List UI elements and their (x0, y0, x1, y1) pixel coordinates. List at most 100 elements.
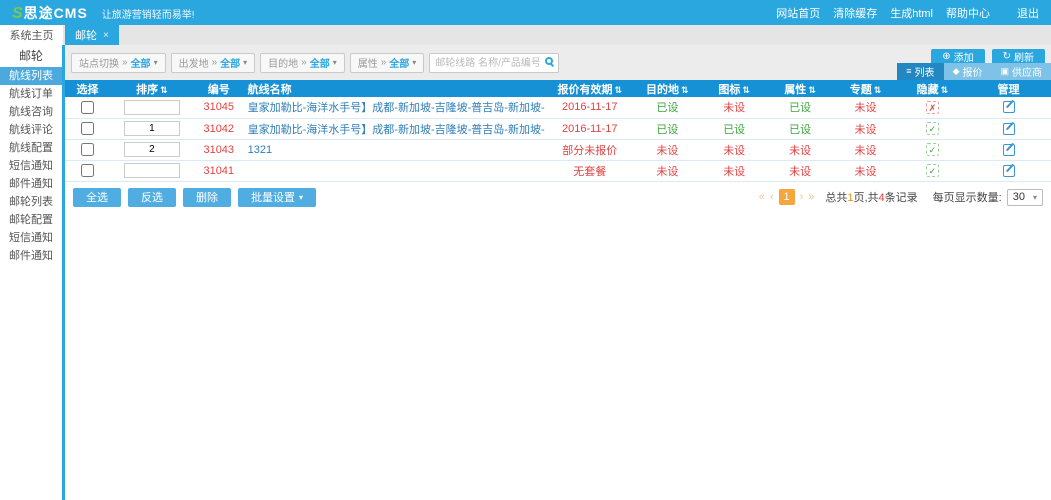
sort-input[interactable] (124, 163, 180, 178)
sort-icon[interactable]: ⇅ (874, 85, 882, 95)
sort-input[interactable] (124, 142, 180, 157)
summary-suffix: 条记录 (885, 192, 918, 204)
status-text: 未设 (854, 124, 876, 136)
validity-text: 无套餐 (573, 166, 606, 178)
sidebar-item[interactable]: 航线咨询 (0, 103, 62, 121)
column-label: 管理 (998, 84, 1020, 96)
top-actions: ⊕ 添加 ↻ 刷新 (931, 49, 1045, 64)
sidebar-item[interactable]: 航线订单 (0, 85, 62, 103)
column-label: 排序 (136, 84, 158, 96)
sidebar-item[interactable]: 航线列表 (0, 67, 62, 85)
column-header: 图标⇅ (701, 80, 768, 97)
filter-label: 属性 (358, 55, 378, 70)
sort-icon[interactable]: ⇅ (941, 85, 949, 95)
last-page-button[interactable]: » (808, 191, 814, 203)
filter-label: 站点切换 (79, 55, 119, 70)
cell-topic: 未设 (832, 97, 898, 118)
filter-value: 全部 (131, 55, 151, 70)
sidebar-item[interactable]: 短信通知 (0, 157, 62, 175)
sidebar-item[interactable]: 航线评论 (0, 121, 62, 139)
edit-icon[interactable] (1003, 165, 1015, 177)
hidden-check-icon[interactable]: ✓ (926, 122, 939, 135)
view-button[interactable]: ◆报价 (944, 63, 992, 80)
per-page-select[interactable]: 30 ▾ (1007, 189, 1043, 206)
sidebar-item[interactable]: 邮轮列表 (0, 193, 62, 211)
sort-input[interactable] (124, 121, 180, 136)
filter-dropdown[interactable]: 目的地»全部▾ (260, 53, 345, 73)
sidebar-item[interactable]: 邮轮配置 (0, 211, 62, 229)
tab-label: 系统主页 (10, 27, 54, 43)
cell-sort (110, 160, 194, 181)
close-icon[interactable]: × (103, 30, 109, 41)
sort-icon[interactable]: ⇅ (160, 85, 168, 95)
first-page-button[interactable]: « (759, 191, 765, 203)
header-link[interactable]: 网站首页 (776, 5, 820, 21)
tab-active[interactable]: 邮轮× (65, 25, 119, 45)
status-text: 已设 (789, 124, 811, 136)
row-checkbox[interactable] (81, 122, 94, 135)
cell-destination: 已设 (634, 118, 700, 139)
hidden-check-icon[interactable]: ✓ (926, 143, 939, 156)
sort-icon[interactable]: ⇅ (614, 85, 622, 95)
pencil-glyph (1005, 142, 1013, 151)
view-button[interactable]: ≡列表 (897, 63, 943, 80)
view-button[interactable]: ▣供应商 (991, 63, 1051, 80)
filter-dropdown[interactable]: 站点切换»全部▾ (71, 53, 166, 73)
header-link[interactable]: 退出 (1017, 5, 1039, 21)
batch-settings-label: 批量设置 (251, 189, 295, 205)
cell-attribute: 已设 (768, 118, 832, 139)
cell-validity: 2016-11-17 (545, 97, 634, 118)
tab-home[interactable]: 系统主页 (0, 25, 63, 45)
row-checkbox[interactable] (81, 164, 94, 177)
header-link[interactable]: 帮助中心 (946, 5, 990, 21)
filter-dropdown[interactable]: 属性»全部▾ (350, 53, 425, 73)
sort-icon[interactable]: ⇅ (681, 85, 689, 95)
cell-icon: 未设 (701, 160, 768, 181)
search-icon[interactable] (545, 57, 553, 65)
route-name-link[interactable]: 1321 (248, 144, 272, 156)
cell-sort (110, 139, 194, 160)
route-name-link[interactable]: 皇家加勒比-海洋水手号】成都-新加坡-吉隆坡-普吉岛-新加坡-成都 5晚6日游 (248, 124, 546, 136)
sidebar-item[interactable]: 短信通知 (0, 229, 62, 247)
search-input[interactable] (429, 53, 559, 73)
edit-icon[interactable] (1003, 101, 1015, 113)
sidebar: 邮轮 航线列表航线订单航线咨询航线评论航线配置短信通知邮件通知邮轮列表邮轮配置短… (0, 45, 62, 500)
hidden-cross-icon[interactable]: ✗ (926, 101, 939, 114)
view-icon: ◆ (953, 67, 960, 76)
table-row: 31042皇家加勒比-海洋水手号】成都-新加坡-吉隆坡-普吉岛-新加坡-成都 5… (65, 118, 1051, 139)
row-checkbox[interactable] (81, 143, 94, 156)
status-text: 未设 (854, 166, 876, 178)
sort-icon[interactable]: ⇅ (742, 85, 750, 95)
logo: S 思途CMS 让旅游营销轻而易举! (12, 3, 195, 23)
row-checkbox[interactable] (81, 101, 94, 114)
edit-icon[interactable] (1003, 123, 1015, 135)
sort-input[interactable] (124, 100, 180, 115)
delete-button[interactable]: 删除 (183, 188, 231, 207)
status-text: 已设 (789, 102, 811, 114)
refresh-button[interactable]: ↻ 刷新 (992, 49, 1045, 64)
cell-hidden: ✗ (899, 97, 966, 118)
batch-settings-button[interactable]: 批量设置 ▾ (238, 188, 316, 207)
summary-middle: 页,共 (853, 192, 878, 204)
view-toggle-group: ≡列表◆报价▣供应商 (897, 63, 1051, 80)
edit-icon[interactable] (1003, 144, 1015, 156)
add-button[interactable]: ⊕ 添加 (931, 49, 984, 64)
column-label: 专题 (850, 84, 872, 96)
header-link[interactable]: 生成html (890, 5, 933, 21)
select-all-button[interactable]: 全选 (73, 188, 121, 207)
current-page[interactable]: 1 (779, 189, 795, 205)
header-link[interactable]: 清除缓存 (833, 5, 877, 21)
pencil-glyph (1005, 100, 1013, 109)
prev-page-button[interactable]: ‹ (770, 191, 774, 203)
sort-icon[interactable]: ⇅ (808, 85, 816, 95)
sidebar-item[interactable]: 邮件通知 (0, 247, 62, 265)
route-name-link[interactable]: 皇家加勒比-海洋水手号】成都-新加坡-吉隆坡-普吉岛-新加坡-成都 5晚6日游 (248, 102, 546, 114)
column-label: 报价有效期 (557, 84, 612, 96)
sidebar-item[interactable]: 邮件通知 (0, 175, 62, 193)
invert-selection-button[interactable]: 反选 (128, 188, 176, 207)
hidden-check-icon[interactable]: ✓ (926, 164, 939, 177)
sidebar-item[interactable]: 航线配置 (0, 139, 62, 157)
cell-attribute: 已设 (768, 97, 832, 118)
next-page-button[interactable]: › (800, 191, 804, 203)
filter-dropdown[interactable]: 出发地»全部▾ (171, 53, 256, 73)
